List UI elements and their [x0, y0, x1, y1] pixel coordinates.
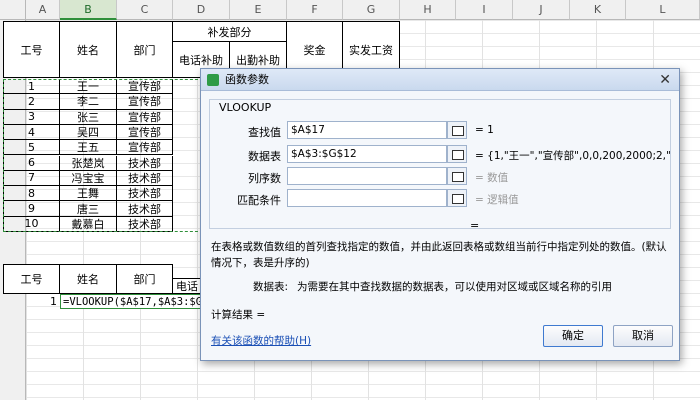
col-header-c[interactable]: C [117, 0, 173, 20]
dialog-titlebar[interactable]: 函数参数 ✕ [201, 69, 679, 91]
range-picker-icon[interactable] [447, 167, 467, 185]
ok-button[interactable]: 确定 [543, 325, 603, 347]
lookup-a17[interactable]: 1 [3, 294, 60, 309]
calc-result-label: 计算结果 = [211, 309, 266, 321]
range-picker-icon[interactable] [447, 145, 467, 163]
dialog-title: 函数参数 [225, 73, 269, 86]
col-header-d[interactable]: D [173, 0, 230, 20]
param-name: 数据表: [253, 281, 289, 293]
help-link[interactable]: 有关该函数的帮助(H) [211, 333, 311, 348]
spreadsheet-icon [207, 74, 219, 86]
lookup-header-gonghao[interactable]: 工号 [3, 264, 60, 294]
header-group[interactable]: 补发部分 [173, 21, 287, 41]
col-header-l[interactable]: L [626, 0, 700, 20]
col-header-e[interactable]: E [230, 0, 287, 20]
function-name: VLOOKUP [217, 101, 274, 114]
col-header-f[interactable]: F [287, 0, 343, 20]
cancel-button[interactable]: 取消 [613, 325, 673, 347]
corner-cell[interactable] [0, 0, 26, 20]
overall-result-equals: = [470, 219, 480, 232]
col-header-i[interactable]: I [456, 0, 513, 20]
header-name[interactable]: 姓名 [60, 21, 117, 78]
field-label-col-index: 列序数 [248, 172, 281, 185]
col-index-result: = 数值 [475, 172, 509, 184]
lookup-value-result: = 1 [475, 124, 494, 136]
copy-selection-outline [3, 79, 203, 232]
range-picker-icon[interactable] [447, 189, 467, 207]
function-arguments-dialog: 函数参数 ✕ VLOOKUP 查找值 $A$17 = 1 数据表 $A$3:$G… [200, 68, 680, 361]
header-dept[interactable]: 部门 [117, 21, 173, 78]
table-array-input[interactable]: $A$3:$G$12 [287, 145, 447, 163]
header-gonghao[interactable]: 工号 [3, 21, 60, 78]
col-header-b[interactable]: B [60, 0, 117, 20]
field-label-table-array: 数据表 [248, 150, 281, 163]
col-header-h[interactable]: H [400, 0, 456, 20]
range-lookup-result: = 逻辑值 [475, 194, 519, 206]
field-label-lookup-value: 查找值 [248, 126, 281, 139]
col-header-g[interactable]: G [343, 0, 400, 20]
function-description: 在表格或数值数组的首列查找指定的数值，并由此返回表格或数组当前行中指定列处的数值… [211, 241, 667, 269]
col-header-a[interactable]: A [26, 0, 60, 20]
param-description: 为需要在其中查找数据的数据表，可以使用对区域或区域名称的引用 [297, 281, 612, 293]
close-icon[interactable]: ✕ [659, 71, 671, 89]
lookup-value-input[interactable]: $A$17 [287, 121, 447, 139]
lookup-header-name[interactable]: 姓名 [60, 264, 117, 294]
lookup-header-dept[interactable]: 部门 [117, 264, 173, 294]
range-picker-icon[interactable] [447, 121, 467, 139]
range-lookup-input[interactable] [287, 189, 447, 207]
col-index-input[interactable] [287, 167, 447, 185]
col-header-j[interactable]: J [513, 0, 570, 20]
table-array-result: = {1,"王一","宣传部",0,0,200,2000;2,"李二"... [475, 150, 671, 162]
formula-cell[interactable]: =VLOOKUP($A$17,$A$3:$G [60, 294, 203, 309]
col-header-k[interactable]: K [570, 0, 626, 20]
arguments-group [209, 99, 671, 229]
lookup-header-phone[interactable]: 电话 [173, 278, 203, 294]
field-label-range-lookup: 匹配条件 [237, 194, 281, 207]
